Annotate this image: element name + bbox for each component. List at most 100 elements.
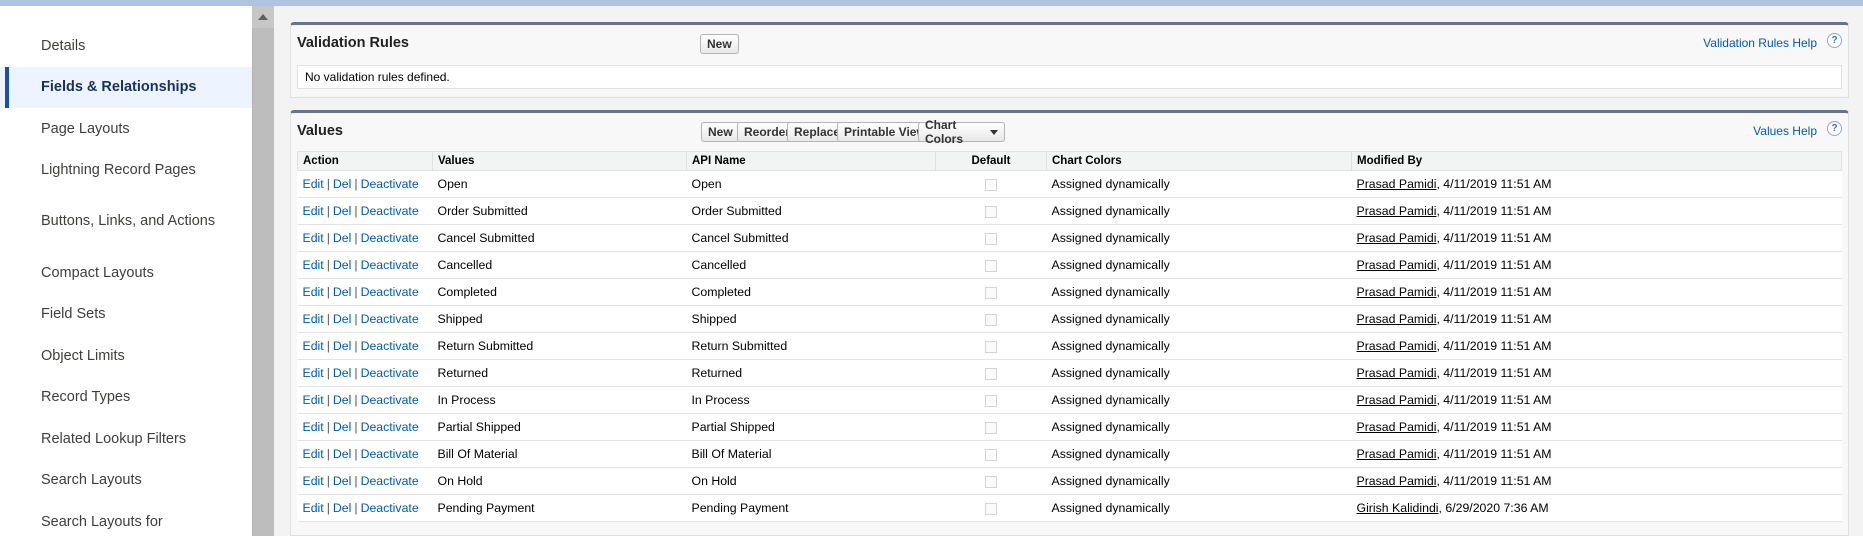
sidebar-scrollbar[interactable] (252, 6, 274, 536)
edit-link[interactable]: Edit (303, 285, 324, 299)
modified-by-user-link[interactable]: Prasad Pamidi (1357, 447, 1437, 461)
edit-link[interactable]: Edit (303, 339, 324, 353)
deactivate-link[interactable]: Deactivate (361, 366, 419, 380)
sidebar-item-search-layouts-for[interactable]: Search Layouts for (0, 501, 252, 536)
question-mark-icon[interactable]: ? (1827, 33, 1842, 48)
edit-link[interactable]: Edit (303, 258, 324, 272)
modified-by-cell: Prasad Pamidi, 4/11/2019 11:51 AM (1351, 251, 1842, 279)
delete-link[interactable]: Del (333, 231, 351, 245)
arrow-up-icon[interactable] (252, 6, 274, 28)
sidebar-item-lightning-record-pages[interactable]: Lightning Record Pages (0, 150, 252, 192)
deactivate-link[interactable]: Deactivate (361, 447, 419, 461)
delete-link[interactable]: Del (333, 393, 351, 407)
validation-rules-help-link[interactable]: Validation Rules Help (1703, 36, 1817, 50)
modified-by-user-link[interactable]: Prasad Pamidi (1357, 339, 1437, 353)
row-actions: Edit | Del | Deactivate (297, 278, 433, 306)
sidebar-item-details[interactable]: Details (0, 25, 252, 67)
modified-by-cell: Prasad Pamidi, 4/11/2019 11:51 AM (1351, 278, 1842, 306)
edit-link[interactable]: Edit (303, 447, 324, 461)
deactivate-link[interactable]: Deactivate (361, 177, 419, 191)
edit-link[interactable]: Edit (303, 366, 324, 380)
action-separator: | (326, 474, 330, 488)
delete-link[interactable]: Del (333, 312, 351, 326)
delete-link[interactable]: Del (333, 204, 351, 218)
edit-link[interactable]: Edit (303, 231, 324, 245)
sidebar-item-compact-layouts[interactable]: Compact Layouts (0, 252, 252, 294)
sidebar-item-label: Buttons, Links, and Actions (41, 213, 216, 229)
edit-link[interactable]: Edit (303, 474, 324, 488)
table-row: Edit | Del | Deactivate Cancel Submitted Cance… (297, 224, 1842, 252)
modified-by-user-link[interactable]: Prasad Pamidi (1357, 285, 1437, 299)
action-separator: | (354, 501, 358, 515)
modified-by-user-link[interactable]: Prasad Pamidi (1357, 258, 1437, 272)
new-validation-rule-button[interactable]: New (700, 34, 739, 54)
edit-link[interactable]: Edit (303, 393, 324, 407)
modified-by-user-link[interactable]: Prasad Pamidi (1357, 474, 1437, 488)
modified-by-user-link[interactable]: Prasad Pamidi (1357, 393, 1437, 407)
sidebar-item-field-sets[interactable]: Field Sets (0, 294, 252, 336)
modified-by-user-link[interactable]: Girish Kalidindi (1357, 501, 1439, 515)
sidebar-item-label: Search Layouts (41, 472, 142, 489)
values-table-header: Action Values API Name Default Chart Col… (297, 151, 1842, 171)
deactivate-link[interactable]: Deactivate (361, 204, 419, 218)
delete-link[interactable]: Del (333, 177, 351, 191)
deactivate-link[interactable]: Deactivate (361, 285, 419, 299)
modified-by-user-link[interactable]: Prasad Pamidi (1357, 366, 1437, 380)
modified-by-user-link[interactable]: Prasad Pamidi (1357, 177, 1437, 191)
api-name-cell: Open (686, 170, 936, 198)
edit-link[interactable]: Edit (303, 312, 324, 326)
value-cell: Return Submitted (432, 332, 687, 360)
default-cell (935, 278, 1047, 306)
edit-link[interactable]: Edit (303, 204, 324, 218)
sidebar-item-page-layouts[interactable]: Page Layouts (0, 108, 252, 150)
deactivate-link[interactable]: Deactivate (361, 474, 419, 488)
sidebar-item-object-limits[interactable]: Object Limits (0, 335, 252, 377)
delete-link[interactable]: Del (333, 285, 351, 299)
sidebar-item-buttons-links-and-actions[interactable]: Buttons, Links, and Actions (0, 191, 252, 252)
value-cell: On Hold (432, 467, 687, 495)
edit-link[interactable]: Edit (303, 501, 324, 515)
sidebar-item-related-lookup-filters[interactable]: Related Lookup Filters (0, 418, 252, 460)
api-name-cell: Cancelled (686, 251, 936, 279)
edit-link[interactable]: Edit (303, 420, 324, 434)
chart-colors-cell: Assigned dynamically (1046, 224, 1352, 252)
delete-link[interactable]: Del (333, 474, 351, 488)
deactivate-link[interactable]: Deactivate (361, 312, 419, 326)
sidebar-item-search-layouts[interactable]: Search Layouts (0, 460, 252, 502)
deactivate-link[interactable]: Deactivate (361, 420, 419, 434)
delete-link[interactable]: Del (333, 366, 351, 380)
delete-link[interactable]: Del (333, 339, 351, 353)
modified-by-user-link[interactable]: Prasad Pamidi (1357, 204, 1437, 218)
modified-date: , 4/11/2019 11:51 AM (1436, 393, 1552, 407)
row-actions: Edit | Del | Deactivate (297, 332, 433, 360)
delete-link[interactable]: Del (333, 258, 351, 272)
question-mark-icon[interactable]: ? (1827, 121, 1842, 136)
action-separator: | (326, 339, 330, 353)
delete-link[interactable]: Del (333, 420, 351, 434)
deactivate-link[interactable]: Deactivate (361, 339, 419, 353)
sidebar-item-fields-relationships[interactable]: Fields & Relationships (0, 66, 252, 108)
delete-link[interactable]: Del (333, 447, 351, 461)
modified-by-user-link[interactable]: Prasad Pamidi (1357, 231, 1437, 245)
chart-colors-dropdown[interactable]: Chart Colors (918, 118, 1005, 146)
values-help-link[interactable]: Values Help (1753, 124, 1817, 138)
sidebar-item-record-types[interactable]: Record Types (0, 377, 252, 419)
action-separator: | (326, 231, 330, 245)
action-separator: | (326, 366, 330, 380)
edit-link[interactable]: Edit (303, 177, 324, 191)
modified-by-user-link[interactable]: Prasad Pamidi (1357, 312, 1437, 326)
delete-link[interactable]: Del (333, 501, 351, 515)
table-row: Edit | Del | Deactivate Completed Completed Ass… (297, 278, 1842, 306)
chart-colors-label: Chart Colors (925, 118, 964, 146)
deactivate-link[interactable]: Deactivate (361, 501, 419, 515)
scrollbar-thumb[interactable] (252, 28, 274, 536)
column-header-modified-by: Modified By (1351, 151, 1842, 171)
modified-date: , 4/11/2019 11:51 AM (1436, 177, 1552, 191)
new-value-button[interactable]: New (701, 122, 740, 142)
modified-by-user-link[interactable]: Prasad Pamidi (1357, 420, 1437, 434)
api-name-cell: Returned (686, 359, 936, 387)
deactivate-link[interactable]: Deactivate (361, 258, 419, 272)
deactivate-link[interactable]: Deactivate (361, 393, 419, 407)
action-separator: | (326, 204, 330, 218)
deactivate-link[interactable]: Deactivate (361, 231, 419, 245)
